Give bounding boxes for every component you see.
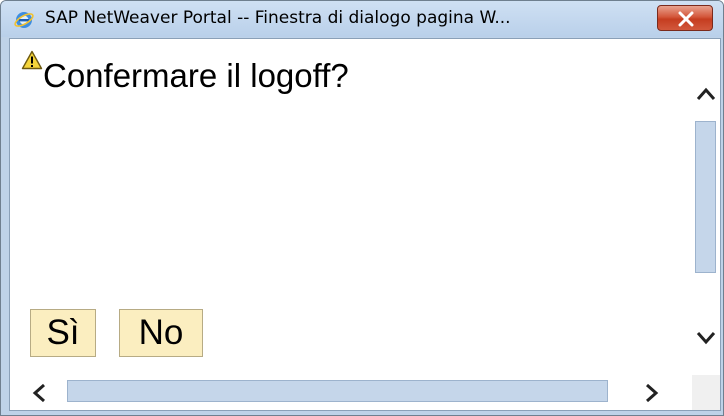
horizontal-scroll-thumb[interactable] (67, 380, 608, 402)
title-bar[interactable]: SAP NetWeaver Portal -- Finestra di dial… (1, 1, 723, 37)
chevron-up-icon[interactable] (696, 86, 716, 105)
chevron-down-icon[interactable] (696, 330, 716, 349)
vertical-scroll-thumb[interactable] (695, 121, 716, 273)
vertical-scrollbar[interactable] (692, 39, 720, 375)
scrollbar-corner (692, 375, 720, 410)
window-title: SAP NetWeaver Portal -- Finestra di dial… (45, 8, 511, 28)
dialog-client-area: Confermare il logoff? Sì No (9, 38, 721, 411)
warning-icon (21, 50, 43, 70)
chevron-left-icon[interactable] (32, 383, 46, 407)
logoff-confirmation-message: Confermare il logoff? (43, 57, 349, 94)
chevron-right-icon[interactable] (645, 383, 659, 407)
close-icon (678, 11, 694, 27)
no-button[interactable]: No (119, 309, 203, 357)
horizontal-scrollbar[interactable] (10, 375, 692, 410)
internet-explorer-icon (14, 10, 34, 30)
dialog-content: Confermare il logoff? Sì No (10, 39, 692, 375)
dialog-window: SAP NetWeaver Portal -- Finestra di dial… (0, 0, 724, 416)
close-button[interactable] (657, 5, 713, 31)
yes-button[interactable]: Sì (30, 309, 96, 357)
